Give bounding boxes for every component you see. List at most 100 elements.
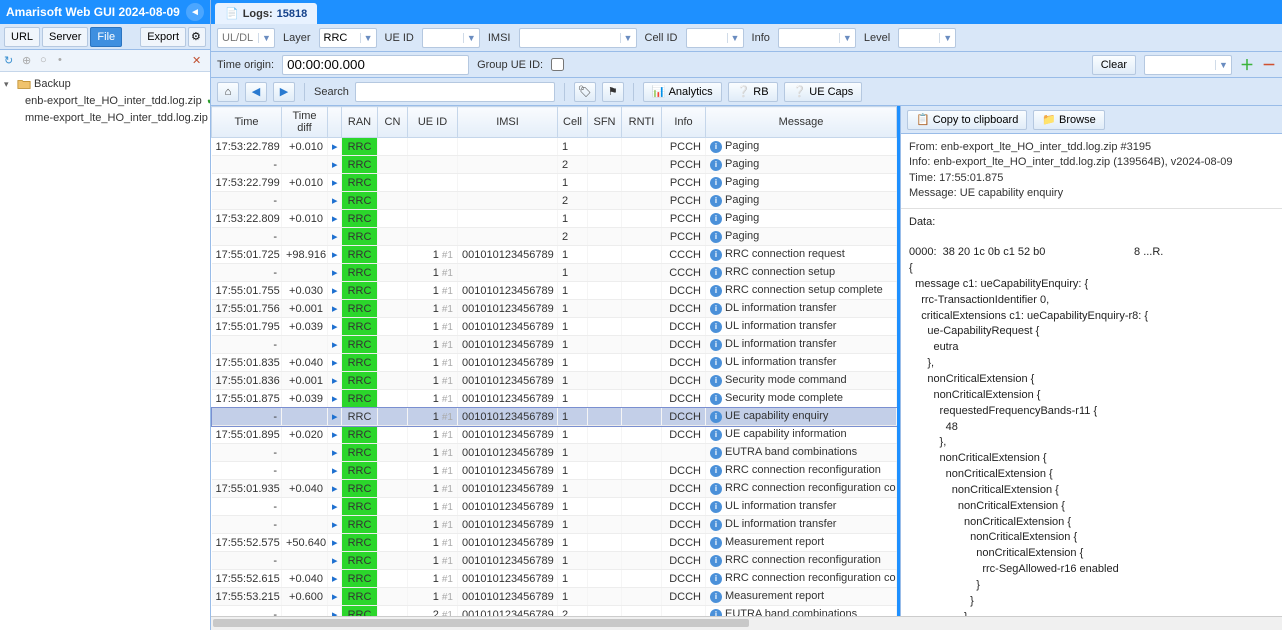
info-icon: i [710,159,722,171]
gear-icon[interactable]: ⚙ [188,27,206,47]
table-row[interactable]: -▸RRC2PCCHiPaging [212,156,897,174]
saved-filter-combo[interactable]: ▼ [1144,55,1232,75]
url-button[interactable]: URL [4,27,40,47]
sidebar-toolbar: URL Server File Export ⚙ [0,24,210,50]
info-icon: i [710,339,722,351]
info-icon: i [710,357,722,369]
info-icon: i [710,375,722,387]
table-row[interactable]: 17:55:01.875+0.039▸RRC1 #100101012345678… [212,390,897,408]
column-header[interactable]: UE ID [408,107,458,138]
table-row[interactable]: -▸RRC2 #10010101234567892iEUTRA band com… [212,606,897,617]
mark-icon[interactable]: 🏷 [574,82,596,102]
info-icon: i [710,465,722,477]
detail-body[interactable]: Data: 0000: 38 20 1c 0b c1 52 b0 8 ...R.… [901,209,1282,616]
table-row[interactable]: 17:55:01.835+0.040▸RRC1 #100101012345678… [212,354,897,372]
column-header[interactable]: Time diff [282,107,328,138]
collapse-icon[interactable]: ◄ [186,3,204,21]
tab-logs-count: 15818 [277,8,308,20]
time-origin-input[interactable] [282,55,469,75]
table-row[interactable]: 17:55:01.795+0.039▸RRC1 #100101012345678… [212,318,897,336]
rb-button[interactable]: ❔RB [728,82,778,102]
chevron-down-icon[interactable]: ▾ [4,79,14,90]
export-button[interactable]: Export [140,27,186,47]
column-header[interactable]: Message [706,107,897,138]
tree-folder-backup[interactable]: ▾ Backup [0,76,210,92]
table-row[interactable]: 17:53:22.799+0.010▸RRC1PCCHiPaging [212,174,897,192]
nav-home-icon[interactable]: ⌂ [217,82,239,102]
column-header[interactable]: Time [212,107,282,138]
column-header[interactable] [328,107,342,138]
table-row[interactable]: 17:55:01.836+0.001▸RRC1 #100101012345678… [212,372,897,390]
add-filter-icon[interactable]: ＋ [1240,55,1254,75]
table-row[interactable]: 17:53:22.809+0.010▸RRC1PCCHiPaging [212,210,897,228]
file-button[interactable]: File [90,27,122,47]
server-button[interactable]: Server [42,27,88,47]
tab-logs[interactable]: 📄 Logs: 15818 [215,3,317,24]
table-row[interactable]: -▸RRC2PCCHiPaging [212,228,897,246]
dot-icon[interactable]: • [58,54,72,68]
refresh-icon[interactable]: ↻ [4,54,18,68]
table-row[interactable]: 17:55:01.935+0.040▸RRC1 #100101012345678… [212,480,897,498]
flag-icon[interactable]: ⚑ [602,82,624,102]
cellid-combo[interactable]: ▼ [686,28,744,48]
table-row[interactable]: 17:55:52.615+0.040▸RRC1 #100101012345678… [212,570,897,588]
uecaps-button[interactable]: ❔UE Caps [784,82,863,102]
nav-back-icon[interactable]: ◀ [245,82,267,102]
detail-info: Info: enb-export_lte_HO_inter_tdd.log.zi… [909,155,1274,170]
remove-filter-icon[interactable]: － [1262,55,1276,75]
open-icon[interactable]: ⊕ [22,54,36,68]
layer-combo[interactable]: ▼ [319,28,377,48]
table-row[interactable]: 17:55:53.215+0.600▸RRC1 #100101012345678… [212,588,897,606]
table-row[interactable]: -▸RRC1 #10010101234567891DCCHiUL informa… [212,498,897,516]
info-icon: i [710,213,722,225]
analytics-button[interactable]: 📊Analytics [643,82,722,102]
app-title: Amarisoft Web GUI 2024-08-09 [6,5,180,19]
column-header[interactable]: Cell [558,107,588,138]
column-header[interactable]: RAN [342,107,378,138]
copy-button[interactable]: 📋Copy to clipboard [907,110,1027,130]
search-input[interactable] [355,82,555,102]
table-row[interactable]: 17:55:52.575+50.640▸RRC1 #10010101234567… [212,534,897,552]
table-row[interactable]: -▸RRC1 #10010101234567891DCCHiDL informa… [212,336,897,354]
ueid-combo[interactable]: ▼ [422,28,480,48]
column-header[interactable]: CN [378,107,408,138]
table-row[interactable]: -▸RRC1 #10010101234567891DCCHiRRC connec… [212,552,897,570]
info-icon: i [710,411,722,423]
horizontal-scrollbar[interactable] [211,616,1282,630]
table-row[interactable]: -▸RRC1 #10010101234567891DCCHiDL informa… [212,516,897,534]
table-row[interactable]: 17:55:01.725+98.916▸RRC1 #10010101234567… [212,246,897,264]
table-row[interactable]: 17:55:01.895+0.020▸RRC1 #100101012345678… [212,426,897,444]
info-combo[interactable]: ▼ [778,28,856,48]
close-icon[interactable]: ✕ [192,54,206,68]
column-header[interactable]: Info [662,107,706,138]
notes-icon: 📄 [225,7,239,20]
circle-icon[interactable]: ○ [40,54,54,68]
layer-label: Layer [283,32,311,44]
table-row[interactable]: -▸RRC2PCCHiPaging [212,192,897,210]
table-row[interactable]: -▸RRC1 #10010101234567891DCCHiRRC connec… [212,462,897,480]
column-header[interactable]: SFN [588,107,622,138]
browse-button[interactable]: 📁Browse [1033,110,1104,130]
nav-forward-icon[interactable]: ▶ [273,82,295,102]
level-combo[interactable]: ▼ [898,28,956,48]
info-icon: i [710,483,722,495]
info-icon: i [710,285,722,297]
origin-bar: Time origin: Group UE ID: Clear ▼ ＋ － [211,52,1282,78]
tree-file[interactable]: enb-export_lte_HO_inter_tdd.log.zip ✔ [0,92,210,109]
log-grid[interactable]: TimeTime diff RANCNUE IDIMSICellSFNRNTIIn… [211,106,900,616]
imsi-combo[interactable]: ▼ [519,28,637,48]
table-row[interactable]: -▸RRC1 #10010101234567891DCCHiUE capabil… [212,408,897,426]
uldl-combo[interactable]: ▼ [217,28,275,48]
clear-button[interactable]: Clear [1092,55,1136,75]
table-row[interactable]: 17:55:01.755+0.030▸RRC1 #100101012345678… [212,282,897,300]
table-row[interactable]: -▸RRC1 #11CCCHiRRC connection setup [212,264,897,282]
ueid-label: UE ID [385,32,414,44]
tree-file[interactable]: mme-export_lte_HO_inter_tdd.log.zip ✔ [0,109,210,126]
column-header[interactable]: RNTI [622,107,662,138]
table-row[interactable]: -▸RRC1 #10010101234567891iEUTRA band com… [212,444,897,462]
table-row[interactable]: 17:55:01.756+0.001▸RRC1 #100101012345678… [212,300,897,318]
table-row[interactable]: 17:53:22.789+0.010▸RRC1PCCHiPaging [212,138,897,156]
group-ueid-checkbox[interactable] [551,58,564,71]
info-icon: i [710,249,722,261]
column-header[interactable]: IMSI [458,107,558,138]
